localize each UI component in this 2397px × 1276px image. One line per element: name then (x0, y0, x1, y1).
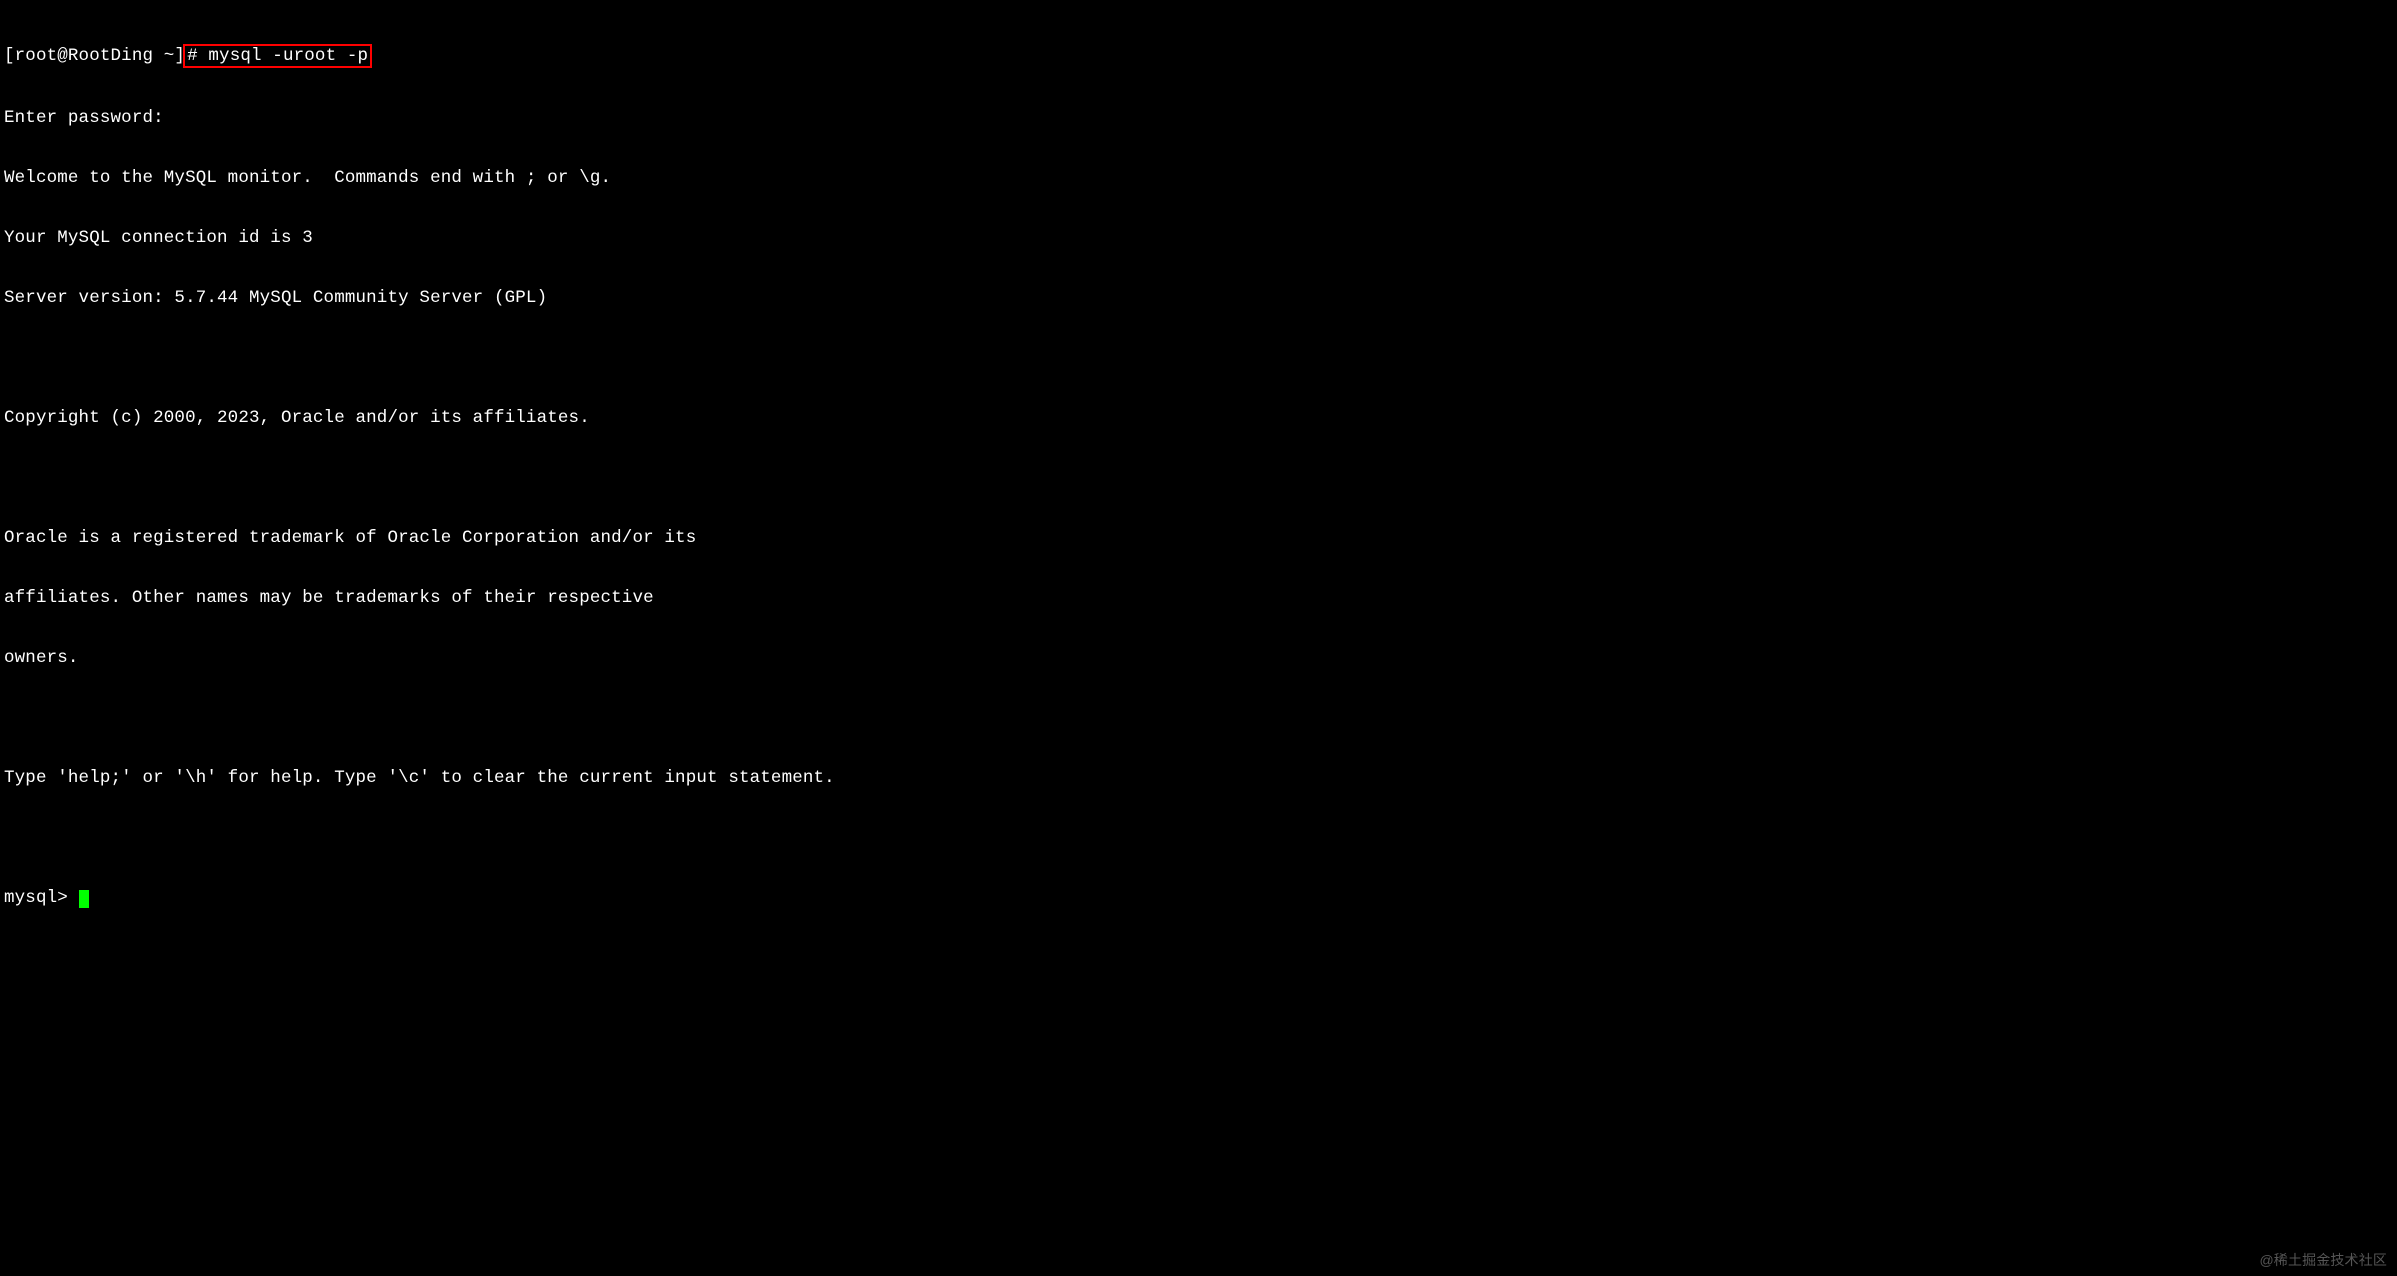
mysql-prompt: mysql> (4, 888, 79, 908)
terminal-output-line: owners. (4, 648, 2393, 668)
mysql-prompt-line[interactable]: mysql> (4, 888, 2393, 908)
watermark-text: @稀土掘金技术社区 (2259, 1250, 2387, 1270)
highlighted-command: # mysql -uroot -p (183, 44, 372, 68)
terminal-output-line: Welcome to the MySQL monitor. Commands e… (4, 168, 2393, 188)
terminal-output-line (4, 468, 2393, 488)
terminal-output-line: Enter password: (4, 108, 2393, 128)
shell-prompt-prefix: [root@RootDing ~] (4, 46, 185, 66)
terminal-output-line (4, 348, 2393, 368)
terminal-window[interactable]: [root@RootDing ~]# mysql -uroot -p Enter… (4, 4, 2393, 928)
shell-prompt-line: [root@RootDing ~]# mysql -uroot -p (4, 44, 2393, 68)
terminal-output-line: affiliates. Other names may be trademark… (4, 588, 2393, 608)
terminal-output-line: Server version: 5.7.44 MySQL Community S… (4, 288, 2393, 308)
terminal-output-line: Your MySQL connection id is 3 (4, 228, 2393, 248)
terminal-output-line (4, 708, 2393, 728)
cursor-icon (79, 890, 89, 908)
terminal-output-line (4, 828, 2393, 848)
terminal-output-line: Type 'help;' or '\h' for help. Type '\c'… (4, 768, 2393, 788)
terminal-output-line: Oracle is a registered trademark of Orac… (4, 528, 2393, 548)
terminal-output-line: Copyright (c) 2000, 2023, Oracle and/or … (4, 408, 2393, 428)
